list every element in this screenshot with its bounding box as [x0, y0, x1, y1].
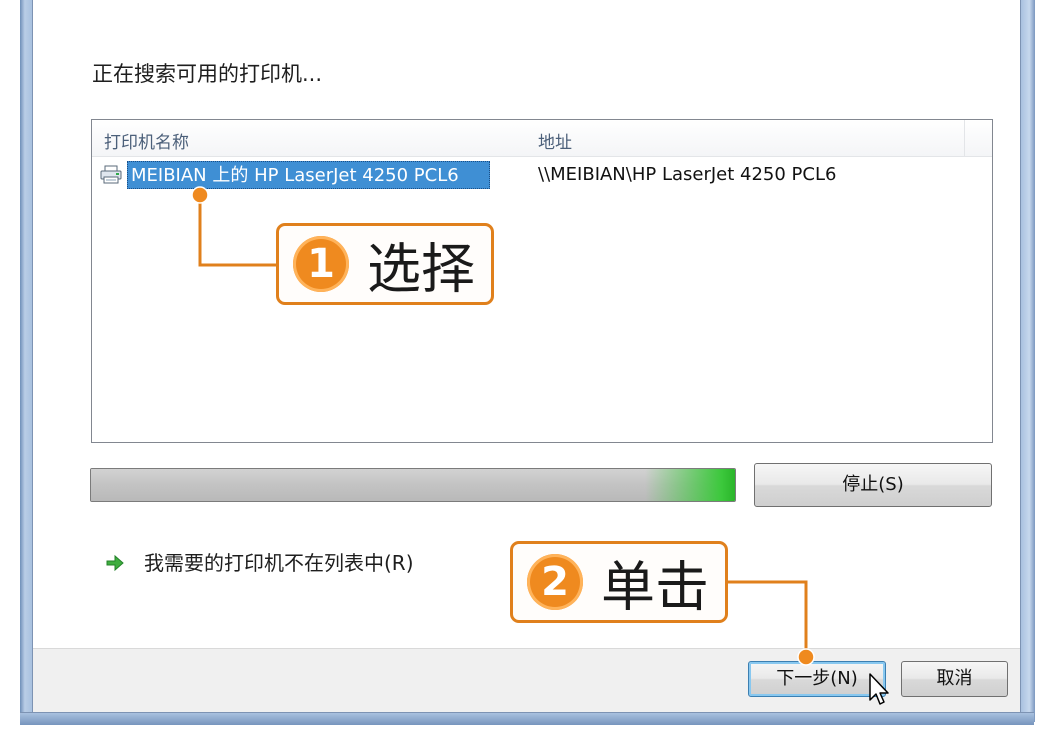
step-number-badge: 1: [293, 236, 349, 292]
mouse-cursor-icon: [869, 673, 889, 705]
step-number-badge: 2: [527, 554, 583, 610]
annotation-step-2: 2 单击: [510, 541, 728, 623]
annotation-connectors: [191, 186, 815, 666]
annotation-step-1: 1 选择: [276, 223, 494, 305]
step-2-label: 单击: [601, 555, 709, 619]
step-1-label: 选择: [367, 237, 475, 301]
